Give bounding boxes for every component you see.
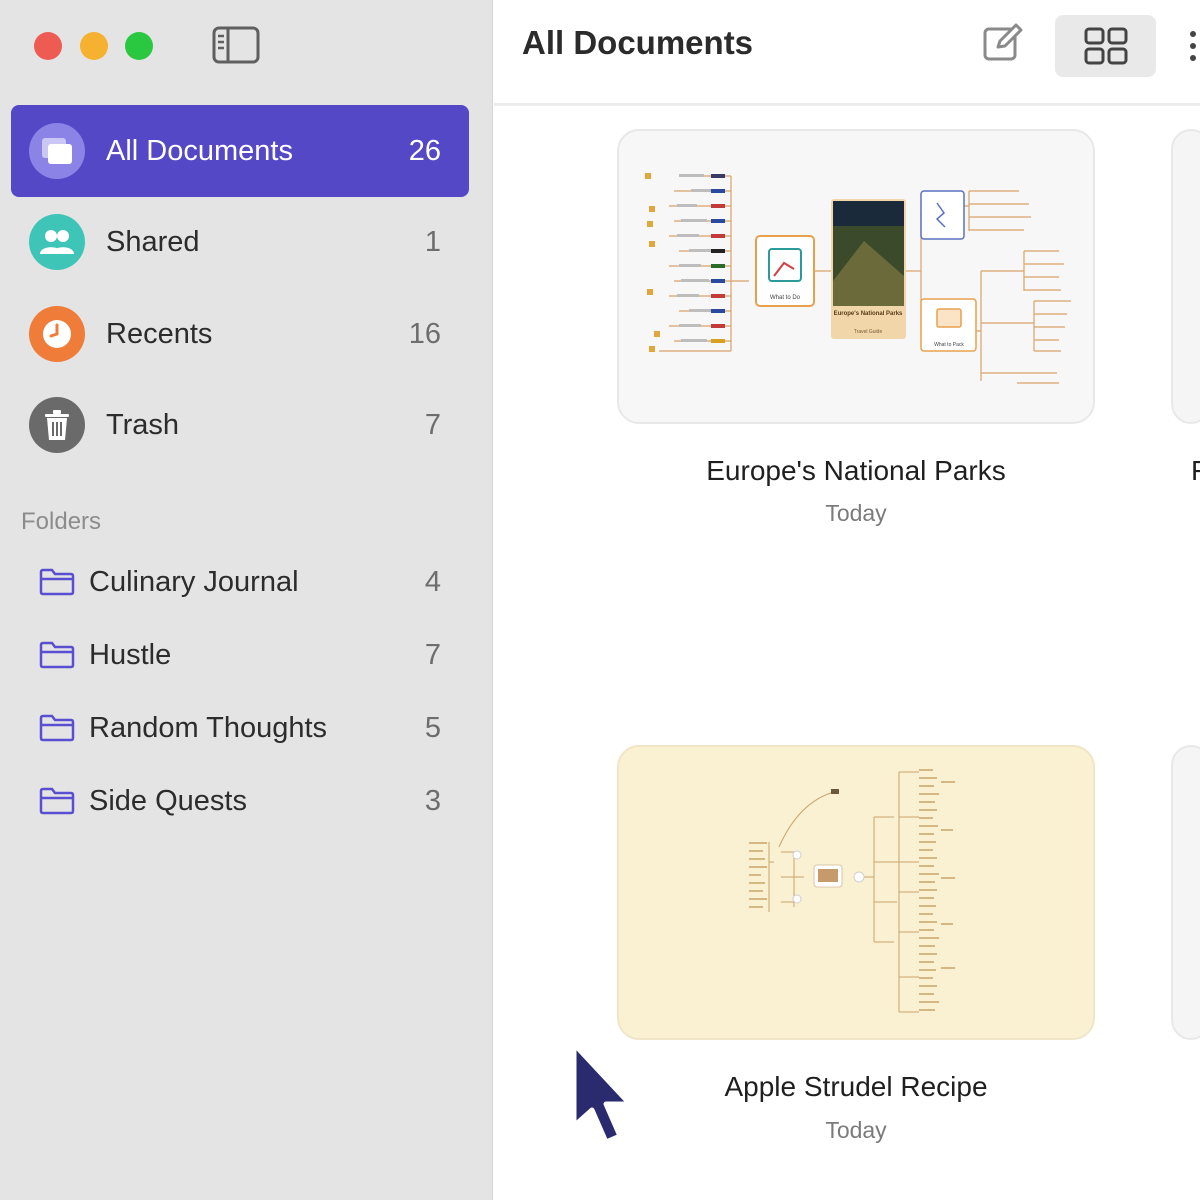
main-content: All Documents What to Do Europe's Nation… xyxy=(494,0,1200,1200)
folder-count: 3 xyxy=(424,785,441,817)
folders-heading: Folders xyxy=(21,508,102,535)
new-document-icon[interactable] xyxy=(982,22,1024,64)
all-documents-icon xyxy=(29,123,85,179)
document-thumbnail[interactable] xyxy=(617,745,1095,1040)
folder-icon xyxy=(39,714,75,742)
nav-count: 26 xyxy=(408,135,441,167)
folder-item-culinary-journal[interactable]: Culinary Journal 4 xyxy=(30,554,470,610)
thumb-node-center-sub: Travel Guide xyxy=(854,329,883,335)
toolbar: All Documents xyxy=(494,0,1200,106)
folder-icon xyxy=(39,641,75,669)
folder-label: Hustle xyxy=(89,639,172,671)
grid-icon xyxy=(1084,27,1127,65)
nav-label: Trash xyxy=(106,409,180,441)
people-icon xyxy=(29,214,85,270)
folder-label: Side Quests xyxy=(89,785,247,817)
folder-icon xyxy=(39,787,75,815)
document-thumbnail-partial[interactable] xyxy=(1171,129,1200,424)
document-date: Today xyxy=(825,500,887,526)
thumb-node-what-to-pack: What to Pack xyxy=(934,342,964,348)
zoom-window-button[interactable] xyxy=(125,32,153,60)
folder-item-hustle[interactable]: Hustle 7 xyxy=(30,627,470,683)
clock-icon xyxy=(29,306,85,362)
page-title: All Documents xyxy=(522,24,754,61)
thumb-node-center: Europe's National Parks xyxy=(834,311,903,317)
nav-count: 1 xyxy=(424,226,441,258)
minimize-window-button[interactable] xyxy=(80,32,108,60)
sidebar-toggle-icon[interactable] xyxy=(212,26,260,64)
nav-label: Recents xyxy=(106,318,213,350)
nav-count: 7 xyxy=(424,409,441,441)
nav-item-recents[interactable]: Recents 16 xyxy=(11,288,469,380)
close-window-button[interactable] xyxy=(34,32,62,60)
nav-item-shared[interactable]: Shared 1 xyxy=(11,196,469,288)
mind-map-preview xyxy=(749,769,955,1013)
document-title[interactable]: Apple Strudel Recipe xyxy=(617,1071,1095,1103)
nav-count: 16 xyxy=(408,318,441,350)
folder-icon xyxy=(39,568,75,596)
folder-count: 5 xyxy=(424,712,441,744)
mind-map-preview: What to Do Europe's National Parks Trave… xyxy=(645,173,1071,384)
nav-label: Shared xyxy=(106,226,200,258)
folder-item-random-thoughts[interactable]: Random Thoughts 5 xyxy=(30,700,470,756)
trash-icon xyxy=(29,397,85,453)
mouse-cursor-icon xyxy=(571,1041,633,1145)
document-thumbnail[interactable]: What to Do Europe's National Parks Trave… xyxy=(617,129,1095,424)
folder-item-side-quests[interactable]: Side Quests 3 xyxy=(30,773,470,829)
nav-label: All Documents xyxy=(106,135,293,167)
nav-item-trash[interactable]: Trash 7 xyxy=(11,379,469,471)
more-icon[interactable] xyxy=(1186,28,1200,64)
thumb-node-what-to-do: What to Do xyxy=(770,295,801,301)
nav-item-all-documents[interactable]: All Documents 26 xyxy=(11,105,469,197)
folder-count: 4 xyxy=(424,566,441,598)
grid-view-button[interactable] xyxy=(1055,15,1156,77)
folder-label: Culinary Journal xyxy=(89,566,299,598)
sidebar: All Documents 26 Shared 1 Recents 16 Tra… xyxy=(0,0,493,1200)
folder-count: 7 xyxy=(424,639,441,671)
folder-label: Random Thoughts xyxy=(89,712,328,744)
document-title[interactable]: Europe's National Parks xyxy=(617,455,1095,487)
document-thumbnail-partial[interactable] xyxy=(1171,745,1200,1040)
document-date: Today xyxy=(825,1117,887,1143)
document-title-partial[interactable]: F xyxy=(1191,455,1200,487)
